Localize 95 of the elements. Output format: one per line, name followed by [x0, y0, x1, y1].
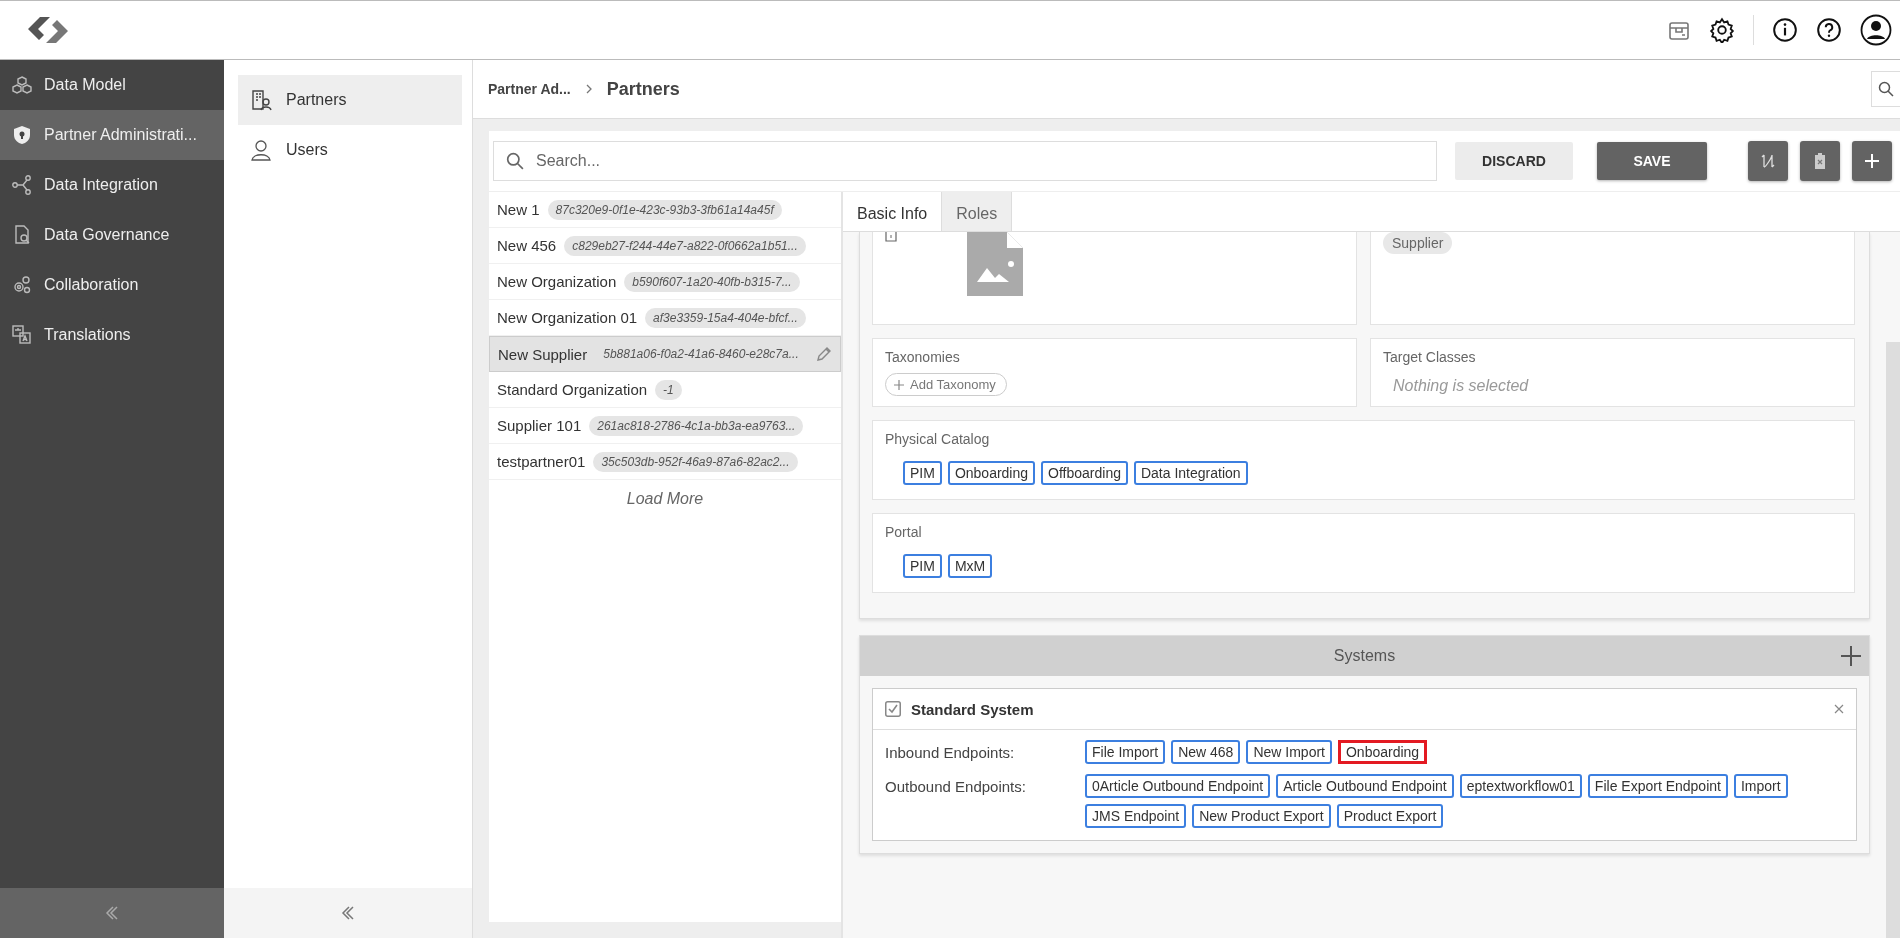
partner-id: 87c320e9-0f1e-423c-93b3-3fb61a14a45f — [547, 199, 782, 220]
subnav-item[interactable]: Users — [238, 125, 462, 175]
partner-name: New 1 — [497, 201, 540, 218]
endpoint-tag: Onboarding — [1337, 740, 1428, 764]
building-user-icon — [250, 89, 272, 111]
share-nodes-icon — [12, 175, 32, 195]
checkbox-icon — [885, 232, 897, 242]
partner-name: New Organization — [497, 273, 617, 290]
tag: Data Integration — [1133, 461, 1248, 485]
partner-row[interactable]: New 1 87c320e9-0f1e-423c-93b3-3fb61a14a45f — [489, 192, 841, 228]
partner-name: Standard Organization — [497, 381, 648, 398]
document-search-icon — [12, 225, 32, 245]
partner-row[interactable]: testpartner01 35c503db-952f-46a9-87a6-82ac2... — [489, 444, 841, 480]
partner-id: 5b881a06-f0a2-41a6-8460-e28c7a... — [602, 346, 800, 363]
endpoint-tag: New Import — [1246, 740, 1332, 764]
checkbox[interactable] — [885, 701, 901, 717]
field-label: Portal — [885, 524, 923, 540]
partner-id: 35c503db-952f-46a9-87a6-82ac2... — [593, 451, 798, 472]
subnav-item[interactable]: Partners — [238, 75, 462, 125]
field-label: Inbound Endpoints: — [885, 743, 1016, 763]
partner-name: Supplier 101 — [497, 417, 582, 434]
field-label: Physical Catalog — [885, 431, 991, 447]
nav-item[interactable]: Partner Administrati... — [0, 110, 224, 160]
close-icon[interactable] — [1834, 704, 1844, 714]
endpoint-tag: Import — [1733, 774, 1788, 798]
endpoint-tag: 0Article Outbound Endpoint — [1085, 774, 1271, 798]
shield-icon — [12, 125, 32, 145]
gears-icon — [12, 275, 32, 295]
discard-button[interactable]: DISCARD — [1455, 142, 1573, 180]
partner-row[interactable]: New Organization b590f607-1a20-40fb-b315-7... — [489, 264, 841, 300]
endpoint-tag: Product Export — [1336, 804, 1444, 828]
add-button[interactable] — [1852, 141, 1892, 181]
plus-icon — [894, 379, 904, 390]
page-title: Partners — [606, 78, 680, 100]
field-label: Taxonomies — [885, 349, 961, 365]
nav-item[interactable]: Collaboration — [0, 260, 224, 310]
translate-icon — [12, 325, 32, 345]
user-icon — [250, 139, 272, 161]
partner-row[interactable]: Standard Organization -1 — [489, 372, 841, 408]
pencil-icon[interactable] — [816, 346, 832, 362]
endpoint-tag: File Import — [1085, 740, 1166, 764]
settings-icon[interactable] — [1709, 17, 1735, 43]
sync-button[interactable] — [1748, 141, 1788, 181]
add-taxonomy-button[interactable]: Add Taxonomy — [885, 373, 1007, 396]
nav-item[interactable]: Translations — [0, 310, 224, 360]
endpoint-tag: Article Outbound Endpoint — [1276, 774, 1454, 798]
help-icon[interactable] — [1816, 17, 1842, 43]
add-icon — [1862, 151, 1882, 171]
endpoint-tag: eptextworkflow01 — [1459, 774, 1582, 798]
partner-name: New Supplier — [498, 345, 588, 363]
field-label: Target Classes — [1383, 349, 1477, 365]
partner-row[interactable]: New Supplier 5b881a06-f0a2-41a6-8460-e28c7a... — [489, 336, 841, 372]
endpoint-tag: File Export Endpoint — [1587, 774, 1728, 798]
tag: MxM — [947, 554, 993, 578]
load-more-link[interactable]: Load More — [626, 490, 704, 508]
type-chip: Supplier — [1383, 232, 1453, 254]
search-icon — [1878, 81, 1894, 97]
search-icon — [506, 152, 524, 170]
nav-item[interactable]: Data Model — [0, 60, 224, 110]
search-field[interactable]: Search... — [493, 141, 1437, 181]
partner-name: New Organization 01 — [497, 309, 638, 326]
nav-item[interactable]: Data Governance — [0, 210, 224, 260]
nav-item[interactable]: Data Integration — [0, 160, 224, 210]
endpoint-tag: New Product Export — [1192, 804, 1331, 828]
partner-id: b590f607-1a20-40fb-b315-7... — [624, 271, 800, 292]
partner-row[interactable]: New 456 c829eb27-f244-44e7-a822-0f0662a1b51... — [489, 228, 841, 264]
collapse-icon[interactable] — [104, 905, 120, 921]
section-title: Systems — [1333, 647, 1396, 665]
system-name: Standard System — [911, 700, 1034, 718]
user-avatar-icon[interactable] — [1860, 14, 1892, 46]
endpoint-tag: New 468 — [1171, 740, 1241, 764]
tag: Offboarding — [1041, 461, 1128, 485]
tag: Onboarding — [947, 461, 1036, 485]
tag: PIM — [903, 554, 942, 578]
search-button[interactable] — [1871, 71, 1900, 107]
partner-id: af3e3359-15a4-404e-bfcf... — [645, 307, 806, 328]
collapse-icon[interactable] — [340, 905, 356, 921]
partner-name: testpartner01 — [497, 453, 586, 470]
partner-id: c829eb27-f244-44e7-a822-0f0662a1b51... — [564, 235, 806, 256]
partner-row[interactable]: Supplier 101 261ac818-2786-4c1a-bb3a-ea9763... — [489, 408, 841, 444]
partner-id: -1 — [655, 379, 682, 400]
partner-name: New 456 — [497, 237, 557, 254]
endpoint-tag: JMS Endpoint — [1085, 804, 1187, 828]
tag: PIM — [903, 461, 942, 485]
field-label: Outbound Endpoints: — [885, 777, 1027, 797]
save-button[interactable]: SAVE — [1597, 142, 1707, 180]
add-icon[interactable] — [1839, 644, 1863, 668]
partner-id: 261ac818-2786-4c1a-bb3a-ea9763... — [589, 415, 804, 436]
tab[interactable]: Roles — [942, 192, 1013, 231]
cubes-icon — [12, 75, 32, 95]
empty-selection-text: Nothing is selected — [1392, 377, 1530, 395]
delete-button[interactable] — [1800, 141, 1840, 181]
chevron-right-icon — [584, 84, 593, 94]
breadcrumb-link[interactable]: Partner Ad... — [488, 81, 571, 97]
info-icon[interactable] — [1772, 17, 1798, 43]
